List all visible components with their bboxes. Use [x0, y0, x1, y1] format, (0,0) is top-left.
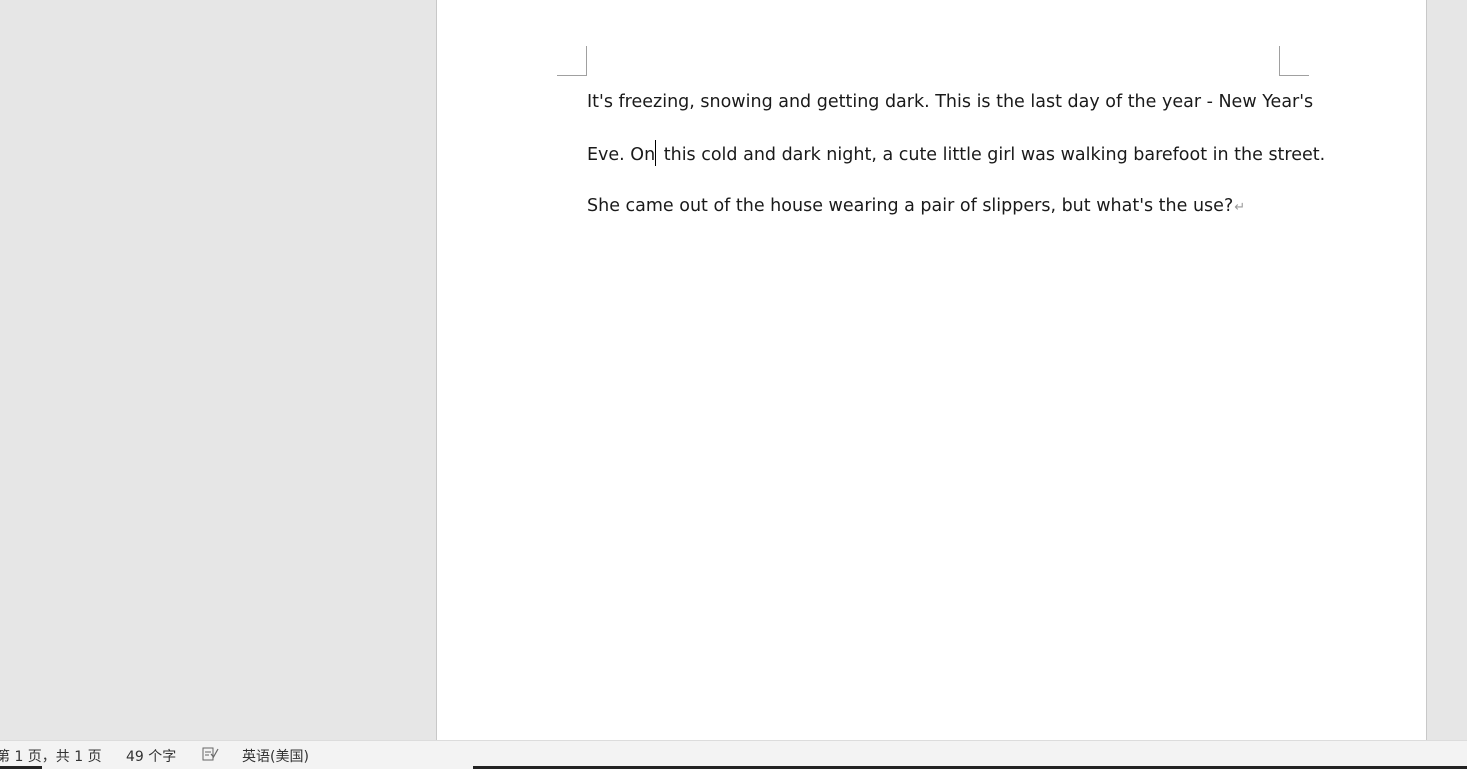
margin-corner-top-left	[557, 46, 587, 76]
word-count-indicator[interactable]: 49 个字	[126, 746, 176, 766]
text-line-1[interactable]: It's freezing, snowing and getting dark.…	[587, 88, 1313, 140]
document-body[interactable]: It's freezing, snowing and getting dark.…	[587, 88, 1325, 244]
document-page[interactable]: It's freezing, snowing and getting dark.…	[436, 0, 1427, 740]
proofing-check-icon[interactable]	[201, 745, 219, 763]
paragraph-mark-icon: ↵	[1234, 200, 1246, 215]
line-text: She came out of the house wearing a pair…	[587, 196, 1234, 216]
language-indicator[interactable]: 英语(美国)	[242, 746, 309, 766]
line-text-before-caret: Eve. On	[587, 145, 656, 165]
page-number-indicator[interactable]: 第 1 页，共 1 页	[0, 746, 102, 766]
line-text-after-caret: this cold and dark night, a cute little …	[658, 145, 1326, 165]
line-text: It's freezing, snowing and getting dark.…	[587, 92, 1314, 112]
text-line-3[interactable]: She came out of the house wearing a pair…	[587, 192, 1287, 244]
text-caret	[655, 140, 657, 166]
document-workspace: It's freezing, snowing and getting dark.…	[0, 0, 1467, 740]
margin-corner-top-right	[1279, 46, 1309, 76]
status-bar: 第 1 页，共 1 页 49 个字 英语(美国)	[0, 740, 1467, 769]
text-line-2[interactable]: Eve. On this cold and dark night, a cute…	[587, 140, 1325, 192]
